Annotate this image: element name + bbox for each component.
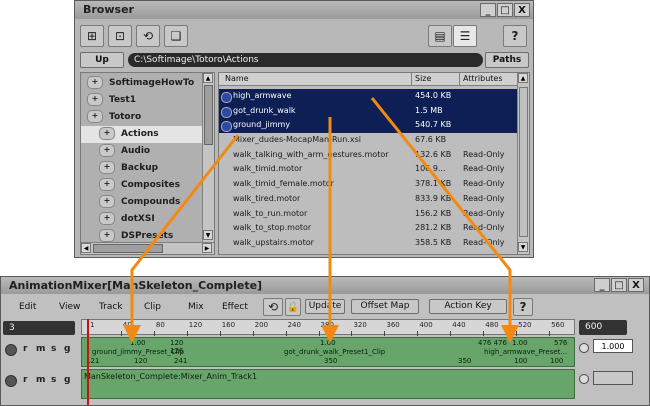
arrow-high-armwave [370, 97, 519, 343]
drag-arrows [123, 97, 519, 343]
arrow-ground-jimmy [123, 134, 240, 343]
